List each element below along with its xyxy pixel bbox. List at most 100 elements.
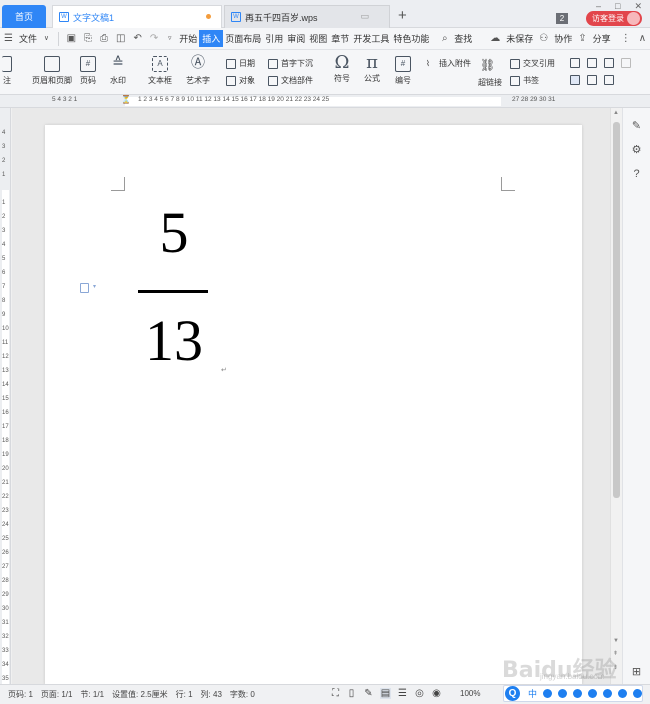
unsaved-status[interactable]: 未保存 [504, 32, 535, 45]
ime-logo-icon[interactable]: Q [505, 686, 520, 701]
settings-sliders-icon[interactable]: ⚙ [630, 144, 643, 157]
vertical-scrollbar[interactable]: ▲ ▼ ⇞ ⇟ [610, 108, 622, 684]
ribbon-numbering[interactable]: # 编号 [395, 56, 411, 86]
undo-icon[interactable]: ↶ [134, 33, 142, 44]
fraction-numerator[interactable]: 5 [138, 203, 210, 263]
menu-insert[interactable]: 插入 [199, 30, 224, 47]
ime-wrench-icon[interactable] [573, 689, 583, 698]
menu-file[interactable]: 文件 [17, 32, 39, 45]
ribbon-attachment[interactable]: ⌇ 插入附件 [426, 58, 471, 69]
help-icon[interactable]: ? [630, 168, 643, 181]
export-pdf-icon[interactable]: ⎘ [84, 33, 92, 44]
page-view-icon[interactable]: ▤ [380, 688, 391, 699]
indent-marker-icon[interactable]: ⏳ [121, 95, 131, 104]
customize-toolbar-icon[interactable]: ▿ [166, 34, 173, 44]
scroll-up-icon[interactable]: ▲ [613, 110, 619, 116]
web-view-icon[interactable]: ◎ [414, 688, 425, 699]
zoom-level[interactable]: 100% [460, 689, 480, 698]
chevron-down-icon[interactable]: ∨ [43, 34, 50, 44]
ime-moon-icon[interactable] [543, 689, 553, 698]
eye-protection-icon[interactable]: ◉ [431, 688, 442, 699]
vertical-ruler[interactable]: 4 3 2 1 1 2 3 4 5 6 7 8 9 10 11 12 13 14 15 16 17 18 19 20 21 22 2… [0, 108, 11, 684]
fullscreen-icon[interactable]: ⛶ [330, 688, 341, 699]
visitor-login-button[interactable]: 访客登录 [586, 11, 642, 26]
ime-grid-icon[interactable] [633, 689, 643, 698]
menu-page-layout[interactable]: 页面布局 [223, 32, 263, 45]
ribbon-dropcap[interactable]: 首字下沉 [268, 58, 313, 69]
object-anchor-icon[interactable] [80, 283, 89, 293]
ime-skin-icon[interactable] [618, 689, 628, 698]
layout-icon[interactable] [587, 58, 597, 68]
search-button[interactable]: 查找 [452, 32, 474, 45]
ribbon-symbol[interactable]: Ω 符号 [334, 54, 350, 84]
menu-view[interactable]: 视图 [307, 32, 329, 45]
redo-icon[interactable]: ↷ [150, 33, 158, 44]
scrollbar-thumb[interactable] [613, 122, 620, 498]
reading-mode-icon[interactable]: ▯ [346, 688, 357, 699]
menu-chapter[interactable]: 章节 [329, 32, 351, 45]
scroll-down-icon[interactable]: ▼ [613, 638, 619, 644]
menu-special[interactable]: 特色功能 [391, 32, 431, 45]
status-col[interactable]: 列: 43 [201, 689, 222, 700]
ime-punct-icon[interactable] [558, 689, 568, 698]
status-row[interactable]: 行: 1 [176, 689, 193, 700]
status-setting[interactable]: 设置值: 2.5厘米 [112, 689, 168, 700]
tab-document-2[interactable]: W 再五千四百岁.wps ▭ [224, 5, 390, 28]
menu-review[interactable]: 审阅 [285, 32, 307, 45]
search-icon[interactable]: ⌕ [441, 33, 448, 44]
status-chars[interactable]: 字数: 0 [230, 689, 255, 700]
document-page[interactable]: ▾ 5 13 ↵ [45, 125, 582, 685]
ribbon-bookmark[interactable]: 书签 [510, 75, 539, 86]
ribbon-formula[interactable]: π 公式 [364, 54, 380, 84]
grid-view-icon[interactable]: ⊞ [630, 666, 643, 679]
ribbon-doc-parts[interactable]: 文档部件 [268, 75, 313, 86]
more-options-icon[interactable]: ⋮ [621, 33, 631, 44]
ribbon-wordart[interactable]: Ⓐ 艺术字 [186, 55, 210, 86]
ribbon-header-footer[interactable]: 页眉和页脚 [32, 56, 72, 86]
status-section[interactable]: 节: 1/1 [80, 689, 104, 700]
edit-icon[interactable]: ✎ [630, 120, 643, 133]
tab-monitor-icon[interactable]: ▭ [360, 11, 369, 22]
ribbon-date[interactable]: 日期 [226, 58, 255, 69]
outline-view-icon[interactable]: ☰ [397, 688, 408, 699]
hamburger-menu-icon[interactable]: ☰ [4, 33, 13, 44]
ribbon-watermark[interactable]: ≙ 水印 [110, 55, 126, 86]
ime-smile-icon[interactable] [603, 689, 613, 698]
pen-icon[interactable]: ✎ [363, 688, 374, 699]
ribbon-hyperlink-icon-slot[interactable]: ⛓ [480, 58, 495, 72]
layout-icon[interactable] [604, 58, 614, 68]
ruler-number: 35 [2, 676, 9, 682]
tab-document-1[interactable]: W 文字文稿1 [52, 5, 222, 28]
layout-icon[interactable] [587, 75, 597, 85]
new-tab-button[interactable]: + [398, 7, 407, 24]
ribbon-object[interactable]: 对象 [226, 75, 255, 86]
layout-icon[interactable] [604, 75, 614, 85]
menu-dev-tools[interactable]: 开发工具 [351, 32, 391, 45]
layout-icon[interactable] [621, 58, 631, 68]
layout-icon[interactable] [570, 58, 580, 68]
ribbon-crossref[interactable]: 交叉引用 [510, 58, 555, 69]
fraction-denominator[interactable]: 13 [138, 311, 210, 371]
ribbon-note[interactable]: 注 [2, 56, 12, 86]
horizontal-ruler[interactable]: 5 4 3 2 1 1 2 3 4 5 6 7 8 9 10 11 12 13 … [0, 95, 650, 108]
ribbon-page-number[interactable]: # 页码 [80, 56, 96, 86]
window-count-badge[interactable]: 2 [556, 13, 568, 24]
menu-reference[interactable]: 引用 [263, 32, 285, 45]
collapse-ribbon-icon[interactable]: ∧ [639, 33, 646, 44]
ribbon-textbox[interactable]: A 文本框 [148, 56, 172, 86]
input-method-bar[interactable]: Q 中 [503, 685, 643, 702]
tab-home[interactable]: 首页 [2, 5, 46, 28]
collaborate-button[interactable]: 协作 [552, 32, 574, 45]
layout-icon[interactable] [570, 75, 580, 85]
status-pages[interactable]: 页面: 1/1 [41, 689, 73, 700]
print-icon[interactable]: ⎙ [100, 33, 108, 44]
menu-start[interactable]: 开始 [177, 32, 199, 45]
ime-face-icon[interactable] [588, 689, 598, 698]
print-preview-icon[interactable]: ◫ [116, 33, 125, 44]
share-button[interactable]: 分享 [591, 32, 613, 45]
status-page-number[interactable]: 页码: 1 [8, 689, 33, 700]
save-icon[interactable]: ▣ [67, 33, 76, 44]
ime-language[interactable]: 中 [528, 687, 537, 700]
anchor-dropdown-icon[interactable]: ▾ [93, 283, 96, 290]
ribbon-hyperlink[interactable]: 超链接 [478, 77, 502, 88]
